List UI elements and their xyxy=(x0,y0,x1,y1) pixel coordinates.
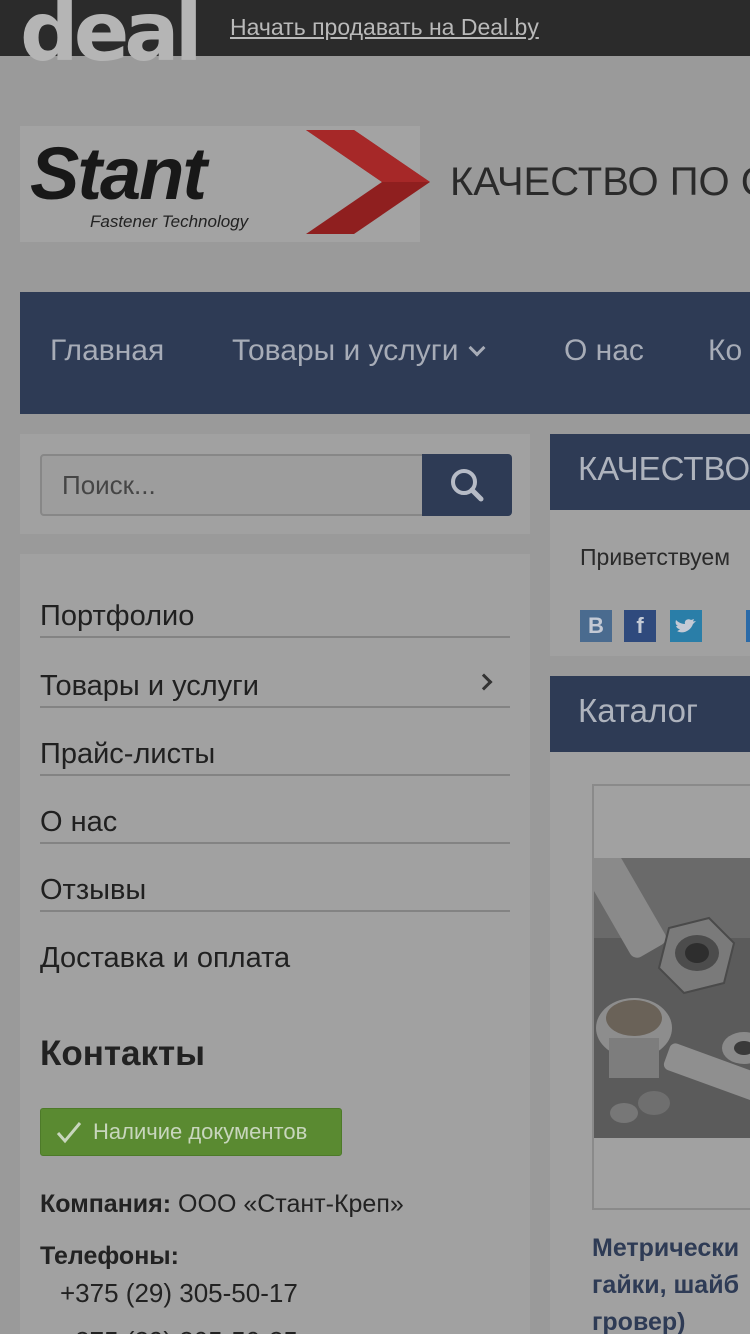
sidebar-item-label: Отзывы xyxy=(40,874,147,906)
top-bar: deal Начать продавать на Deal.by xyxy=(0,0,750,74)
sidebar-item-about[interactable]: О нас xyxy=(40,776,510,844)
phone-number[interactable]: +375 (29) 305-50-25 xyxy=(60,1326,298,1334)
search-panel xyxy=(20,434,530,534)
sidebar-item-label: Доставка и оплата xyxy=(40,942,291,974)
checkmark-icon xyxy=(56,1122,82,1144)
vk-share-icon[interactable]: B xyxy=(580,610,612,642)
nav-item-label: Товары и услуги xyxy=(232,334,459,367)
product-image xyxy=(594,858,750,1138)
nav-item-label: Главная xyxy=(50,334,165,367)
chevron-arrow-icon xyxy=(306,130,430,234)
documents-badge[interactable]: Наличие документов xyxy=(40,1108,342,1156)
company-label: Компания: xyxy=(40,1190,172,1218)
product-card[interactable] xyxy=(592,784,750,1210)
company-logo[interactable]: Stant Fastener Technology xyxy=(20,126,430,242)
product-title-line[interactable]: гайки, шайб xyxy=(592,1267,739,1304)
nav-item-home[interactable]: Главная xyxy=(50,334,164,368)
product-title-line[interactable]: Метрически xyxy=(592,1230,739,1267)
sidebar-item-label: Портфолио xyxy=(40,600,195,632)
company-logo-name: Stant xyxy=(30,132,207,215)
sidebar-item-reviews[interactable]: Отзывы xyxy=(40,844,510,912)
sidebar-item-price-lists[interactable]: Прайс-листы xyxy=(40,708,510,776)
catalog-header: Каталог xyxy=(550,676,750,752)
phone-number[interactable]: +375 (29) 305-50-17 xyxy=(60,1278,298,1309)
sidebar-item-label: Товары и услуги xyxy=(40,670,259,702)
sidebar-item-portfolio[interactable]: Портфолио xyxy=(40,570,510,638)
main-nav: Главная Товары и услуги О нас Ко xyxy=(20,292,750,414)
search-icon xyxy=(451,469,484,502)
search-button[interactable] xyxy=(422,454,512,516)
sidebar-item-products[interactable]: Товары и услуги xyxy=(40,640,510,708)
nav-item-label: Ко xyxy=(708,334,743,367)
phones-label: Телефоны: xyxy=(40,1242,179,1270)
sidebar-item-label: О нас xyxy=(40,806,118,838)
search-input[interactable] xyxy=(40,454,424,516)
deal-logo[interactable]: deal xyxy=(20,0,203,74)
contacts-heading: Контакты xyxy=(40,1034,206,1073)
site-slogan: КАЧЕСТВО ПО С xyxy=(450,160,750,204)
twitter-bird-icon xyxy=(675,619,696,633)
share-icon[interactable] xyxy=(746,610,750,642)
documents-badge-label: Наличие документов xyxy=(93,1119,308,1144)
nav-item-contacts[interactable]: Ко xyxy=(708,334,742,368)
main-header-title: КАЧЕСТВО xyxy=(578,450,750,487)
main-header: КАЧЕСТВО xyxy=(550,434,750,510)
chevron-down-icon xyxy=(468,339,485,357)
greeting-panel: Приветствуем B f xyxy=(550,510,750,656)
company-logo-tagline: Fastener Technology xyxy=(90,212,249,231)
company-info: Компания: ООО «Стант-Креп» xyxy=(40,1190,404,1219)
chevron-right-icon xyxy=(475,673,493,691)
sidebar-item-delivery[interactable]: Доставка и оплата xyxy=(40,912,510,980)
sidebar-item-label: Прайс-листы xyxy=(40,738,216,770)
greeting-text: Приветствуем xyxy=(580,544,731,570)
fasteners-photo xyxy=(594,858,750,1138)
catalog-panel: Метрически гайки, шайб гровер) xyxy=(550,752,750,1334)
company-value: ООО «Стант-Креп» xyxy=(178,1190,404,1218)
nav-item-label: О нас xyxy=(564,334,644,367)
start-selling-link[interactable]: Начать продавать на Deal.by xyxy=(230,14,539,41)
twitter-share-icon[interactable] xyxy=(670,610,702,642)
nav-item-about[interactable]: О нас xyxy=(564,334,644,368)
facebook-share-icon[interactable]: f xyxy=(624,610,656,642)
catalog-title: Каталог xyxy=(578,692,698,729)
nav-item-products[interactable]: Товары и услуги xyxy=(232,334,485,368)
product-title-line[interactable]: гровер) xyxy=(592,1304,686,1334)
